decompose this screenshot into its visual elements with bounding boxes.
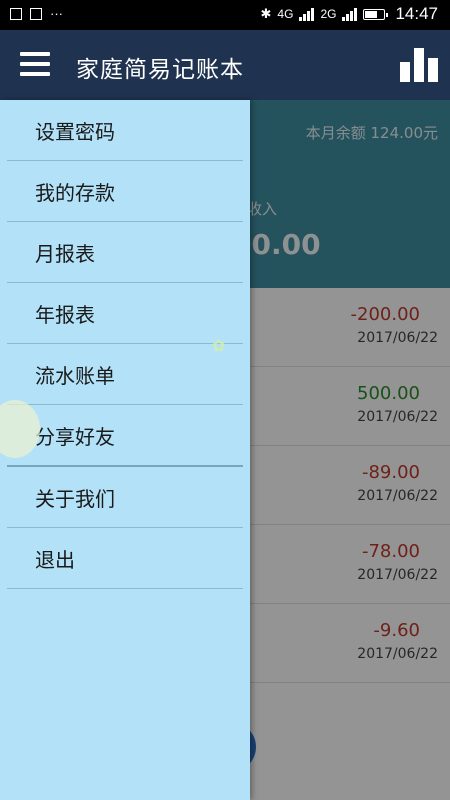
network-type-label: 4G (277, 7, 294, 21)
menu-item-label: 关于我们 (35, 487, 115, 511)
app-bar: 家庭简易记账本 (0, 30, 450, 100)
navigation-drawer: 设置密码 我的存款 月报表 年报表 流水账单 分享好友 关于我们 退出 (0, 100, 250, 800)
menu-item-label: 月报表 (35, 242, 95, 266)
battery-fill (365, 10, 378, 18)
menu-item-label: 年报表 (35, 303, 95, 327)
signal-icon-2 (342, 7, 358, 21)
menu-item-share-friends[interactable]: 分享好友 (7, 405, 243, 467)
network-type-label-2: 2G (320, 7, 337, 21)
signal-icon (299, 7, 315, 21)
status-bar-left: ··· (10, 6, 63, 21)
status-bar-right: ✱ 4G 2G 14:47 (261, 4, 438, 24)
decorative-sparkle-icon: ✿ (212, 336, 226, 355)
battery-icon (363, 8, 389, 20)
image-icon (10, 7, 22, 20)
menu-item-label: 流水账单 (35, 364, 115, 388)
notification-icon (30, 7, 42, 20)
more-icon: ··· (50, 6, 63, 21)
menu-item-set-password[interactable]: 设置密码 (7, 100, 243, 161)
menu-item-my-savings[interactable]: 我的存款 (7, 161, 243, 222)
app-title: 家庭简易记账本 (76, 57, 244, 83)
menu-item-label: 分享好友 (35, 425, 115, 449)
menu-item-label: 设置密码 (35, 120, 115, 144)
menu-icon[interactable] (20, 52, 50, 76)
bluetooth-icon: ✱ (260, 6, 272, 21)
status-bar: ··· ✱ 4G 2G 14:47 (0, 0, 450, 30)
menu-item-label: 我的存款 (35, 181, 115, 205)
bar-chart-icon[interactable] (400, 46, 440, 82)
menu-item-label: 退出 (35, 548, 75, 572)
menu-item-yearly-report[interactable]: 年报表 (7, 283, 243, 344)
menu-item-monthly-report[interactable]: 月报表 (7, 222, 243, 283)
clock: 14:47 (395, 4, 438, 23)
menu-item-exit[interactable]: 退出 (7, 528, 243, 589)
menu-item-about-us[interactable]: 关于我们 (7, 467, 243, 528)
menu-item-transaction-list[interactable]: 流水账单 (7, 344, 243, 405)
